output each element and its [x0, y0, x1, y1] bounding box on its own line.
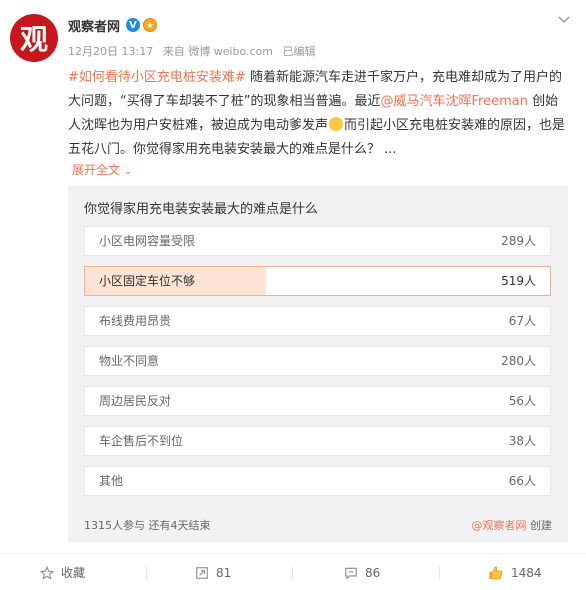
poll-option[interactable]: 车企售后不到位 38人	[84, 426, 551, 456]
divider	[439, 566, 440, 580]
poll-option-count: 519人	[501, 274, 536, 288]
divider	[146, 566, 147, 580]
poll-option-label: 小区电网容量受限	[99, 234, 196, 248]
repost-button[interactable]: 81	[195, 554, 231, 590]
poll-title: 你觉得家用充电装安装最大的难点是什么	[84, 202, 319, 217]
expand-chevron-icon: ⌄	[123, 166, 133, 177]
favorite-label: 收藏	[61, 566, 86, 580]
repost-count: 81	[216, 565, 232, 580]
poll-option[interactable]: 小区固定车位不够 519人	[84, 266, 551, 296]
poll-creator-suffix: 创建	[530, 519, 552, 532]
poll-option-label: 其他	[99, 474, 124, 488]
action-bar: 收藏 81 86 1484	[0, 553, 586, 590]
poll-option-label: 物业不同意	[99, 354, 160, 368]
poll-option-count: 280人	[501, 354, 536, 368]
poll-option[interactable]: 布线费用昂贵 67人	[84, 306, 551, 336]
weibo-card: 观 观察者网 V ★ 12月20日 13:17 来自 微博 weibo.com …	[0, 0, 586, 590]
poll-option-label: 车企售后不到位	[99, 434, 184, 448]
poll-option[interactable]: 其他 66人	[84, 466, 551, 496]
expand-label: 展开全文	[72, 163, 121, 177]
poll-participants: 1315人参与 还有4天结束	[84, 519, 211, 532]
poll-option[interactable]: 小区电网容量受限 289人	[84, 226, 551, 256]
poll-option-label: 小区固定车位不够	[99, 274, 196, 288]
author-name[interactable]: 观察者网	[68, 16, 120, 35]
poll-option-count: 56人	[508, 394, 536, 408]
favorite-button[interactable]: 收藏	[40, 554, 85, 590]
comment-icon	[345, 567, 357, 579]
medal-icon: ★	[143, 18, 158, 32]
poll-option[interactable]: 物业不同意 280人	[84, 346, 551, 376]
mention-link[interactable]: @威马汽车沈晖Freeman	[380, 94, 527, 109]
post-source: 来自 微博 weibo.com	[162, 45, 274, 58]
more-chevron-icon[interactable]	[554, 12, 574, 28]
verified-icon: V	[126, 18, 141, 32]
poll-option[interactable]: 周边居民反对 56人	[84, 386, 551, 416]
poll-card: 你觉得家用充电装安装最大的难点是什么 小区电网容量受限 289人小区固定车位不够 5…	[68, 186, 568, 542]
thumbs-up-icon	[489, 566, 503, 579]
poll-creator-link[interactable]: @观察者网	[472, 519, 527, 532]
comment-count: 86	[365, 565, 381, 580]
edited-label[interactable]: 已编辑	[283, 45, 316, 58]
divider	[292, 566, 293, 580]
expand-full-text-link[interactable]: 展开全文 ⌄	[72, 161, 132, 178]
author-row: 观察者网 V ★	[68, 16, 158, 35]
post-meta: 12月20日 13:17 来自 微博 weibo.com 已编辑	[68, 43, 322, 59]
like-count: 1484	[511, 565, 542, 580]
poll-creator: @观察者网 创建	[472, 517, 553, 533]
repost-icon	[196, 566, 208, 579]
emoji-icon	[329, 117, 344, 131]
avatar-char: 观	[19, 23, 48, 56]
poll-option-label: 布线费用昂贵	[99, 314, 172, 328]
poll-option-count: 66人	[508, 474, 536, 488]
post-text: #如何看待小区充电桩安装难# 随着新能源汽车走进千家万户，充电难却成为了用户的大…	[68, 66, 568, 162]
star-icon	[40, 565, 54, 580]
poll-option-count: 67人	[508, 314, 536, 328]
poll-option-count: 38人	[508, 434, 536, 448]
poll-option-label: 周边居民反对	[99, 394, 172, 408]
topic-link[interactable]: #如何看待小区充电桩安装难#	[68, 70, 246, 85]
like-button[interactable]: 1484	[488, 554, 542, 590]
comment-button[interactable]: 86	[344, 554, 380, 590]
post-date[interactable]: 12月20日 13:17	[68, 45, 153, 58]
avatar[interactable]: 观	[10, 14, 58, 62]
poll-option-count: 289人	[501, 234, 536, 248]
